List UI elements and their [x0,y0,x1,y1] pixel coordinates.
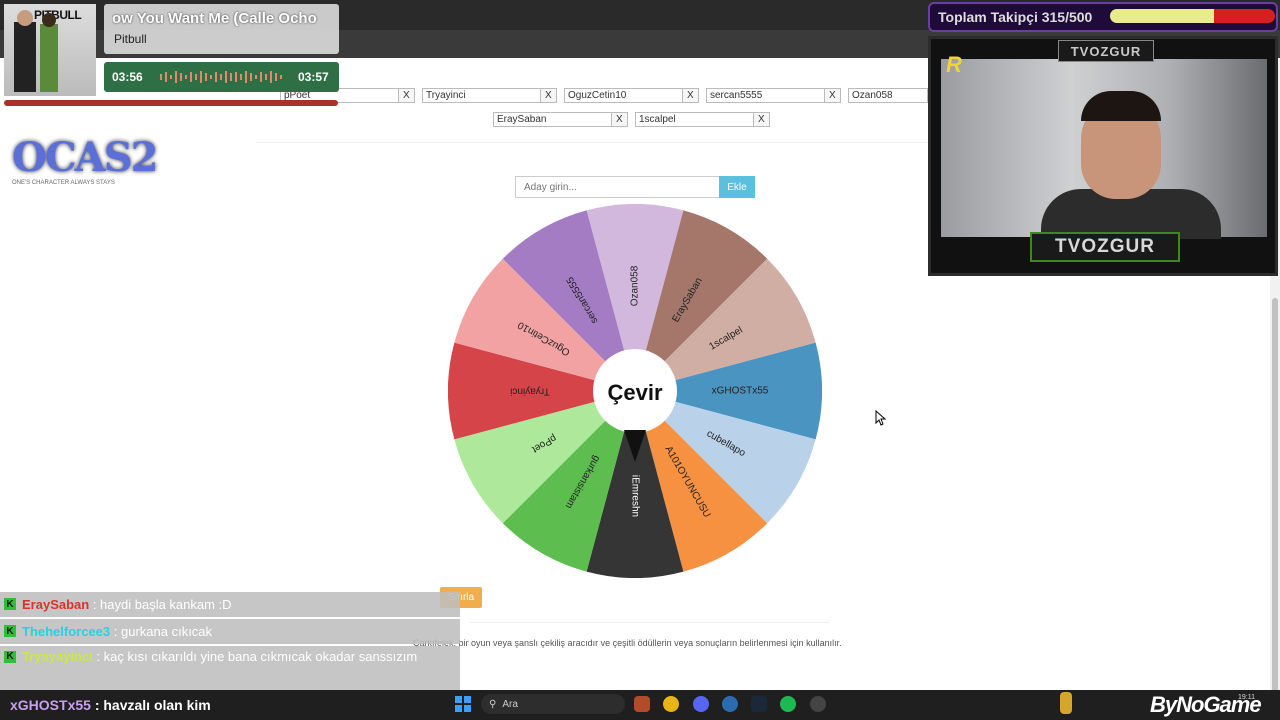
app-icon[interactable] [634,696,650,712]
time-current: 03:56 [112,70,143,84]
album-art-figures [14,10,58,92]
chat-message-latest: xGHOSTx55 : havzalı olan kim [10,697,211,713]
song-progress-bar [4,100,338,106]
windows-start-icon[interactable] [455,696,471,712]
kick-icon: K [4,625,16,637]
chat-username: xGHOSTx55 [10,697,91,713]
search-icon: ⚲ [489,698,497,710]
chip-remove-button[interactable]: X [539,89,556,102]
chat-username: Tryayayinci [22,649,93,664]
chip-remove-button[interactable]: X [681,89,698,102]
wheel-segment-label: iEmreshn [629,475,640,517]
webcam-corner-logo: R [946,52,962,77]
candidate-chip: OguzCetin10 X [564,88,699,103]
taskbar-clock: 19:11 [1238,694,1255,701]
chip-remove-button[interactable]: X [752,113,769,126]
steam-icon[interactable] [751,696,767,712]
candidate-chip: Ozan058 [848,88,928,103]
chip-label: Ozan058 [852,90,893,101]
waveform-icon [160,71,282,83]
app-icon[interactable] [1060,692,1072,714]
chat-text: : havzalı olan kim [90,697,211,713]
candidate-chip: 1scalpel X [635,112,770,127]
add-button[interactable]: Ekle [719,176,755,198]
obs-icon[interactable] [810,696,826,712]
taskbar-search[interactable]: ⚲ Ara [481,694,625,714]
chip-label: 1scalpel [639,114,676,125]
divider [256,142,928,143]
chat-message: K Thehelforcee3 : gurkana cıkıcak [0,619,460,644]
chat-text: : gurkana cıkıcak [110,624,213,639]
logo-text: OCAS2 [12,134,158,181]
candidate-input[interactable] [515,176,720,198]
chat-username: Thehelforcee3 [22,624,111,639]
kick-icon: K [4,651,16,663]
song-artist: Pitbull [114,32,147,46]
chat-text: : haydi başla kankam :D [89,597,232,612]
chip-label: ErаySaban [497,114,547,125]
song-title: ow You Want Me (Calle Ocho [112,10,317,27]
chat-message: K Tryayayinci : kaç kısı cıkarıldı yine … [0,646,460,690]
wheel-description: Çarkıfelek, bir oyun veya şanslı çekiliş… [413,638,842,648]
candidate-chip: sercan5555 X [706,88,841,103]
taskbar-search-label: Ara [502,698,518,710]
spotify-icon[interactable] [780,696,796,712]
chrome-icon[interactable] [663,696,679,712]
chat-text: : kaç kısı cıkarıldı yine bana cıkmıcak … [92,649,418,664]
chip-label: Tryayinci [426,90,466,101]
logo-subtitle: ONE'S CHARACTER ALWAYS STAYS [12,180,115,186]
chip-label: sercan5555 [710,90,763,101]
kick-icon: K [4,598,16,610]
chip-remove-button[interactable]: X [610,113,627,126]
chip-remove-button[interactable]: X [397,89,414,102]
chip-remove-button[interactable]: X [823,89,840,102]
album-art: PITBULL [4,4,96,96]
wheel-segment-label: Tryayinci [510,385,550,396]
discord-icon[interactable] [693,696,709,712]
candidate-chip: ErаySaban X [493,112,628,127]
wheel-segment-label: Ozan058 [630,265,641,306]
mouse-cursor-icon [875,410,887,426]
follower-goal-fill [1110,9,1214,23]
webcam-bottom-label: TVOZGUR [1030,232,1180,262]
app-icon[interactable] [722,696,738,712]
webcam-top-label: TVOZGUR [1058,40,1154,62]
follower-goal-label: Toplam Takipçi 315/500 [938,9,1093,25]
chat-username: ErаySaban [22,597,90,612]
follower-goal-bar [1110,9,1275,23]
spin-button[interactable]: Çevir [607,380,662,405]
candidate-chip: Tryayinci X [422,88,557,103]
spin-wheel[interactable]: Ozan058 ErаySaban1scalpelxGHOSTx55cubella… [448,204,822,578]
scrollbar-thumb[interactable] [1272,298,1278,718]
divider [470,622,830,623]
time-total: 03:57 [298,70,329,84]
chip-label: OguzCetin10 [568,90,627,101]
channel-logo: OCAS2 ONE'S CHARACTER ALWAYS STAYS [8,116,158,198]
wheel-segment-label: xGHOSTx55 [712,386,769,397]
chat-message: K ErаySaban : haydi başla kankam :D [0,592,460,617]
